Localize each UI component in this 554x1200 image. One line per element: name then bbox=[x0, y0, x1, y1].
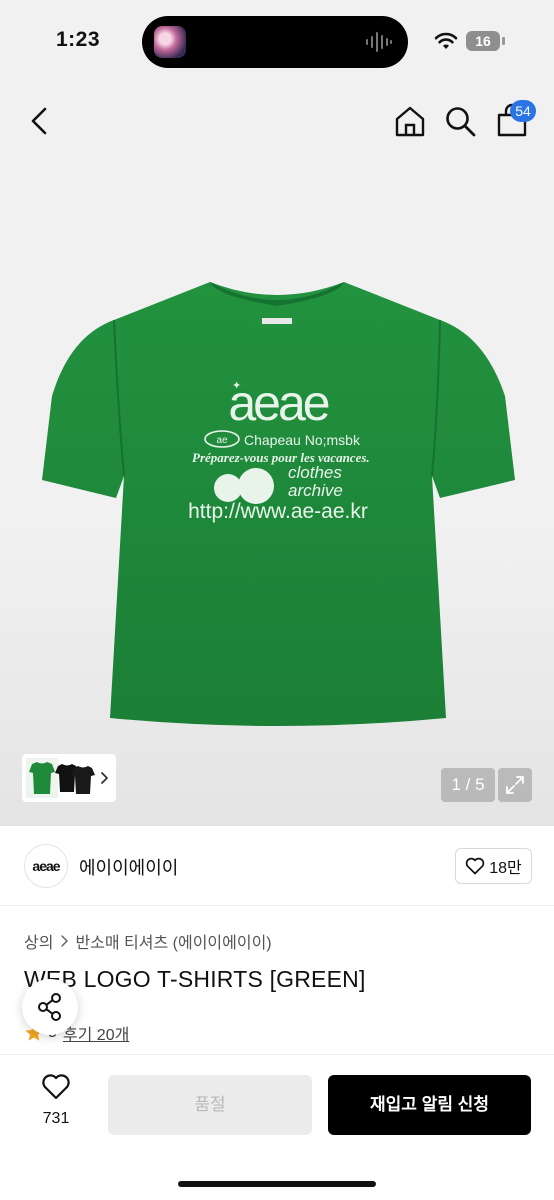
soldout-button: 품절 bbox=[108, 1075, 312, 1135]
wishlist-button[interactable]: 731 bbox=[30, 1073, 82, 1133]
cart-count-badge: 54 bbox=[510, 100, 536, 122]
share-icon bbox=[38, 993, 61, 1021]
breadcrumb-item-category[interactable]: 반소매 티셔츠 (에이이에이이) bbox=[75, 929, 271, 953]
brand-name[interactable]: 에이이에이이 bbox=[79, 854, 178, 880]
shirt-print-logo: aeae bbox=[228, 375, 328, 431]
heart-icon bbox=[42, 1074, 70, 1100]
brand-like-button[interactable]: 18만 bbox=[455, 848, 532, 884]
status-bar: 1:23 16 bbox=[0, 0, 554, 84]
wifi-icon bbox=[434, 32, 458, 49]
page-indicator: 1 / 5 bbox=[441, 768, 495, 802]
svg-text:ae: ae bbox=[216, 435, 228, 446]
audio-wave-icon bbox=[366, 32, 392, 52]
restock-alert-button[interactable]: 재입고 알림 신청 bbox=[328, 1075, 531, 1135]
shirt-neck-label bbox=[262, 318, 292, 324]
dynamic-island bbox=[142, 16, 408, 68]
heart-icon bbox=[465, 857, 485, 875]
shirt-print-line-2: Préparez-vous pour les vacances. bbox=[192, 450, 370, 465]
now-playing-artwork bbox=[154, 26, 186, 58]
shirt-print-line-4: archive bbox=[288, 481, 343, 500]
expand-icon[interactable] bbox=[498, 768, 532, 802]
shirt-print-url: http://www.ae-ae.kr bbox=[188, 500, 368, 523]
shirt-print-line-3: clothes bbox=[288, 463, 342, 482]
chevron-right-icon bbox=[101, 772, 108, 784]
home-icon[interactable] bbox=[392, 103, 428, 139]
wishlist-count: 731 bbox=[42, 1110, 70, 1127]
brand-logo[interactable]: aeae bbox=[24, 844, 68, 888]
search-icon[interactable] bbox=[442, 103, 478, 139]
product-image-gallery[interactable]: ✦ aeae ae Chapeau No;msbk Préparez-vous … bbox=[0, 158, 554, 826]
tshirt-image: ✦ aeae ae Chapeau No;msbk Préparez-vous … bbox=[42, 282, 515, 726]
thumbnail-strip[interactable] bbox=[22, 754, 116, 802]
share-button[interactable] bbox=[22, 979, 78, 1035]
battery-level: 16 bbox=[466, 31, 500, 51]
bottom-action-bar: 731 품절 재입고 알림 신청 bbox=[0, 1054, 554, 1200]
breadcrumb-item-top[interactable]: 상의 bbox=[24, 929, 53, 953]
shirt-print-line-1: Chapeau No;msbk bbox=[244, 432, 361, 448]
top-nav-bar bbox=[0, 84, 554, 158]
breadcrumb: 상의 반소매 티셔츠 (에이이에이이) bbox=[24, 929, 272, 953]
back-arrow-icon[interactable] bbox=[22, 103, 58, 139]
status-time: 1:23 bbox=[56, 28, 101, 51]
brand-like-count: 18만 bbox=[489, 860, 522, 877]
battery-tip bbox=[502, 37, 505, 45]
brand-row: aeae 에이이에이이 18만 bbox=[0, 826, 554, 906]
chevron-right-icon bbox=[61, 935, 69, 947]
home-indicator bbox=[178, 1181, 376, 1187]
